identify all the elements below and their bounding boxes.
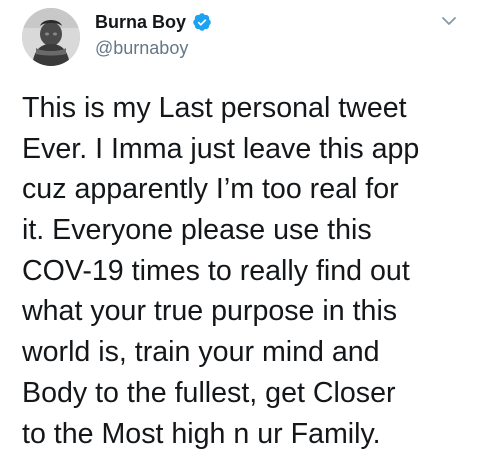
- tweet-text-line: what your true purpose in this: [22, 295, 398, 328]
- avatar[interactable]: [22, 8, 80, 66]
- tweet-text-line: cuz apparently I’m too real for: [22, 173, 399, 206]
- tweet-text-line: it. Everyone please use this: [22, 214, 372, 247]
- tweet-text-line: world is, train your mind and: [22, 336, 380, 369]
- profile-photo-image: [22, 8, 80, 66]
- tweet-text-line: COV-19 times to really find out: [22, 254, 410, 287]
- tweet-card: Burna Boy @burnaboy This is my Last pers…: [0, 0, 480, 475]
- verified-badge-icon: [192, 12, 212, 32]
- display-name[interactable]: Burna Boy: [95, 11, 186, 33]
- tweet-text-line: Body to the fullest, get Closer: [22, 376, 396, 409]
- tweet-text-line: to the Most high n ur Family.: [22, 417, 381, 450]
- chevron-down-icon[interactable]: [440, 12, 458, 30]
- tweet-text-line: This is my Last personal tweet: [22, 92, 407, 124]
- tweet-text: This is my Last personal tweet Ever. I I…: [22, 88, 472, 454]
- tweet-text-line: Ever. I Imma just leave this app: [22, 132, 420, 165]
- author-handle[interactable]: @burnaboy: [95, 37, 188, 59]
- author-name-row[interactable]: Burna Boy: [95, 10, 212, 34]
